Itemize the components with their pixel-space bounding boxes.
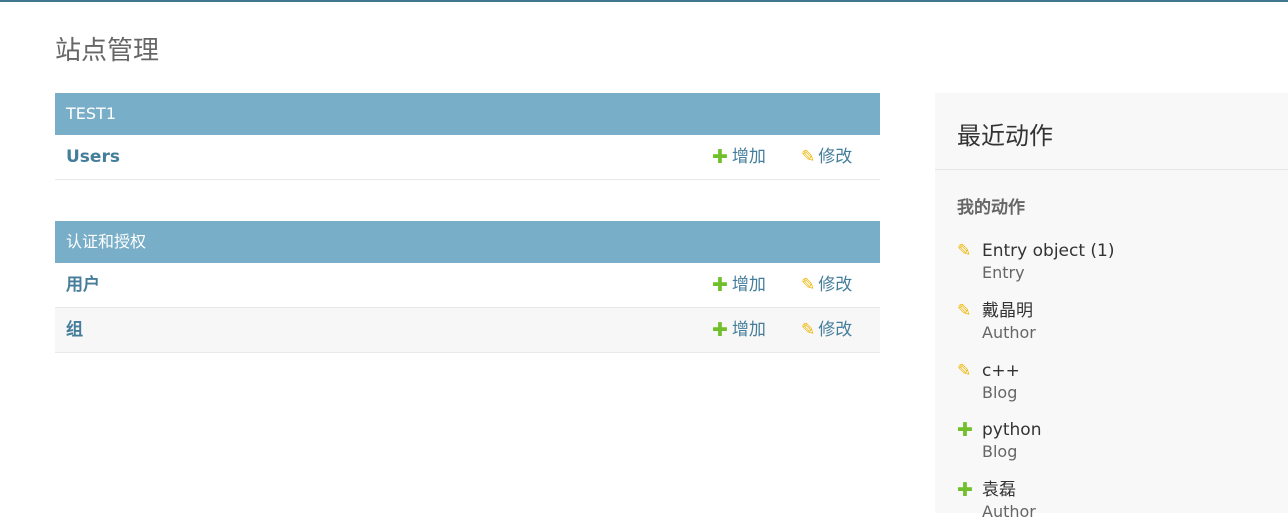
- recent-action-title[interactable]: c++: [982, 360, 1020, 382]
- add-label: 增加: [731, 275, 766, 295]
- recent-action-item[interactable]: ✚ python Blog: [957, 419, 1277, 469]
- plus-icon: ✚: [712, 274, 728, 296]
- model-link-groups[interactable]: 组: [66, 308, 83, 352]
- recent-actions-title: 最近动作: [957, 122, 1053, 150]
- pencil-icon: ✎: [801, 147, 816, 167]
- change-button[interactable]: ✎ 修改: [801, 135, 852, 179]
- recent-action-title[interactable]: Entry object (1): [982, 240, 1115, 262]
- plus-icon: ✚: [712, 146, 728, 168]
- recent-action-type: Author: [982, 323, 1036, 342]
- recent-action-type: Blog: [982, 383, 1018, 402]
- recent-action-type: Blog: [982, 442, 1018, 461]
- model-link-users[interactable]: Users: [66, 135, 120, 179]
- recent-action-title[interactable]: 袁磊: [982, 479, 1016, 501]
- recent-action-type: Entry: [982, 263, 1025, 282]
- app-module-test1: TEST1 Users ✚ 增加 ✎ 修改: [55, 93, 880, 180]
- module-caption[interactable]: 认证和授权: [55, 221, 880, 263]
- add-button[interactable]: ✚ 增加: [712, 308, 766, 352]
- app-module-auth: 认证和授权 用户 ✚ 增加 ✎ 修改 组 ✚ 增加 ✎ 修改: [55, 221, 880, 353]
- change-label: 修改: [818, 275, 853, 295]
- pencil-icon: ✎: [801, 275, 816, 295]
- pencil-icon: ✎: [957, 361, 972, 381]
- top-header-bar: [0, 0, 1288, 2]
- recent-action-title[interactable]: python: [982, 419, 1041, 441]
- divider: [935, 169, 1288, 170]
- add-label: 增加: [731, 147, 766, 167]
- change-button[interactable]: ✎ 修改: [801, 308, 852, 352]
- recent-action-item[interactable]: ✎ c++ Blog: [957, 360, 1277, 410]
- add-label: 增加: [731, 320, 766, 340]
- recent-actions-panel: 最近动作 我的动作 ✎ Entry object (1) Entry ✎ 戴晶明…: [935, 93, 1288, 521]
- model-row-users-cn: 用户 ✚ 增加 ✎ 修改: [55, 263, 880, 308]
- recent-action-item[interactable]: ✎ 戴晶明 Author: [957, 300, 1277, 350]
- model-row-groups: 组 ✚ 增加 ✎ 修改: [55, 308, 880, 353]
- change-button[interactable]: ✎ 修改: [801, 263, 852, 307]
- my-actions-heading: 我的动作: [957, 198, 1025, 218]
- plus-icon: ✚: [957, 419, 973, 441]
- pencil-icon: ✎: [957, 241, 972, 261]
- recent-action-title[interactable]: 戴晶明: [982, 300, 1033, 322]
- model-row-users: Users ✚ 增加 ✎ 修改: [55, 135, 880, 180]
- add-button[interactable]: ✚ 增加: [712, 135, 766, 179]
- change-label: 修改: [818, 147, 853, 167]
- model-link-users-cn[interactable]: 用户: [66, 263, 100, 307]
- recent-action-item[interactable]: ✚ 袁磊 Author: [957, 479, 1277, 529]
- plus-icon: ✚: [957, 479, 973, 501]
- add-button[interactable]: ✚ 增加: [712, 263, 766, 307]
- pencil-icon: ✎: [801, 320, 816, 340]
- plus-icon: ✚: [712, 319, 728, 341]
- recent-action-type: Author: [982, 502, 1036, 521]
- pencil-icon: ✎: [957, 301, 972, 321]
- module-caption[interactable]: TEST1: [55, 93, 880, 135]
- recent-action-item[interactable]: ✎ Entry object (1) Entry: [957, 240, 1277, 290]
- page-title: 站点管理: [55, 36, 160, 66]
- change-label: 修改: [818, 320, 853, 340]
